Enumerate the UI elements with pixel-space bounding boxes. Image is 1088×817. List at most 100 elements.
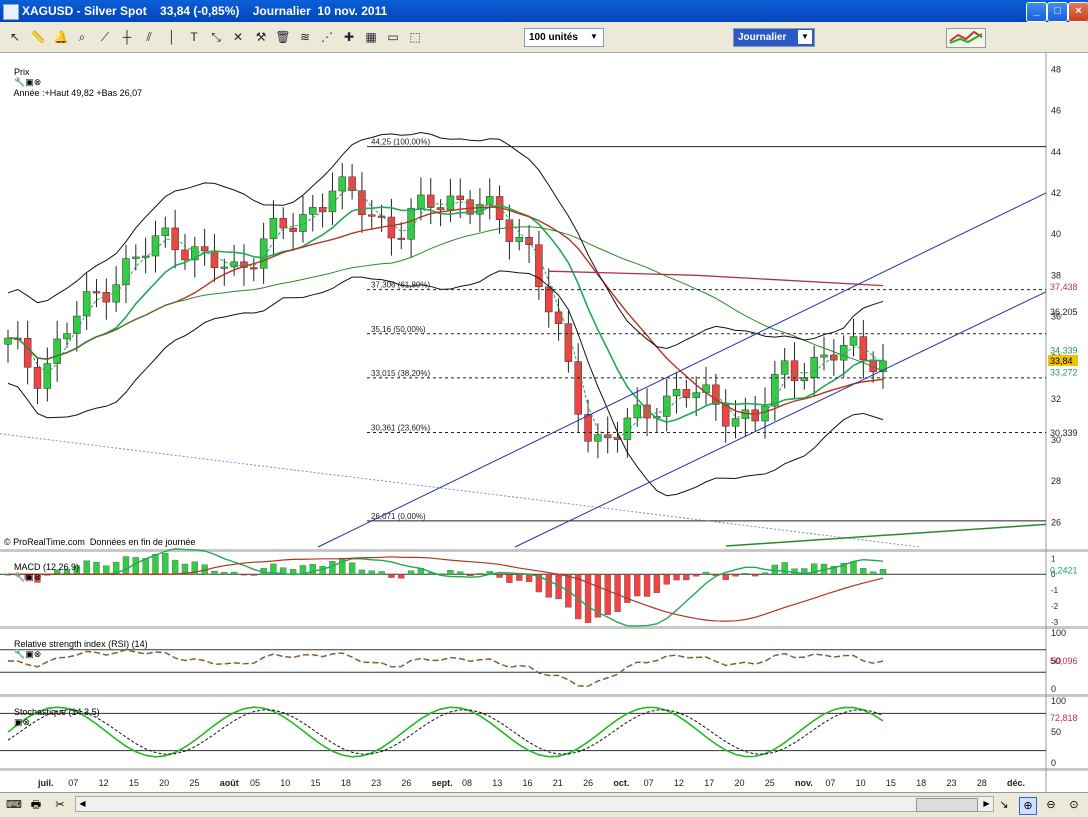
- price-y-tick: 42: [1051, 188, 1061, 198]
- stoch-y-tick: 0: [1051, 758, 1056, 768]
- macd-bar: [329, 560, 336, 575]
- pointer-icon[interactable]: ↖: [6, 28, 24, 46]
- chart-style-icon[interactable]: [946, 28, 986, 48]
- zoom-icon[interactable]: ⌕: [73, 28, 91, 46]
- maximize-button[interactable]: □: [1047, 2, 1068, 22]
- window-icon[interactable]: ▣: [14, 717, 23, 727]
- zoom-out-icon[interactable]: ⊖: [1043, 797, 1059, 813]
- x-axis-label: 16: [523, 778, 533, 788]
- close-panel-icon[interactable]: ⊗: [34, 77, 42, 87]
- candle: [584, 414, 592, 442]
- macd-bar: [83, 560, 90, 575]
- grid-icon[interactable]: ▦: [362, 28, 380, 46]
- price-y-tick: 48: [1051, 64, 1061, 74]
- macd-bar: [722, 574, 729, 580]
- macd-bar: [398, 574, 405, 579]
- candle: [771, 374, 779, 407]
- macd-bar: [693, 574, 700, 577]
- candle: [672, 389, 681, 397]
- ma-200-line: [548, 270, 884, 287]
- tools-icon[interactable]: ⚒: [252, 28, 270, 46]
- price-right-label: 37,438: [1050, 282, 1078, 292]
- chart-area[interactable]: 48464442403836343230282644,25 (100,00%)3…: [0, 53, 1088, 792]
- vertical-line-icon[interactable]: │: [163, 28, 181, 46]
- stoch-k-line: [7, 706, 884, 758]
- minimize-button[interactable]: _: [1026, 2, 1047, 22]
- ruler-icon[interactable]: 📏: [29, 28, 47, 46]
- price-right-label: 33,272: [1050, 368, 1078, 378]
- x-axis-label: 28: [977, 778, 987, 788]
- chart-fit-icon[interactable]: ↘: [996, 797, 1012, 813]
- candle: [161, 227, 170, 237]
- close-button[interactable]: ×: [1068, 2, 1088, 22]
- channel-icon[interactable]: ⫽: [140, 28, 158, 46]
- price-y-tick: 44: [1051, 147, 1061, 157]
- candle: [171, 227, 179, 251]
- candle: [33, 367, 42, 389]
- candle: [132, 256, 140, 259]
- x-axis-label: 15: [129, 778, 139, 788]
- close-panel-icon[interactable]: ⊗: [23, 717, 31, 727]
- x-axis-label: 10: [280, 778, 290, 788]
- wrench-icon[interactable]: 🔧: [14, 649, 25, 659]
- candle: [43, 363, 52, 389]
- cursor-rect-icon[interactable]: ⬚: [406, 28, 424, 46]
- window-icon[interactable]: ▣: [25, 77, 34, 87]
- candle: [279, 218, 288, 229]
- scroll-left-icon[interactable]: ◀: [76, 797, 89, 811]
- scrollbar-thumb[interactable]: [916, 798, 978, 812]
- close-panel-icon[interactable]: ⊗: [34, 572, 42, 582]
- scissors-icon[interactable]: ✂: [52, 797, 68, 813]
- zoom-in-icon[interactable]: ⊕: [1019, 797, 1037, 815]
- candle: [220, 266, 229, 269]
- arrow-icon[interactable]: ⤡: [207, 28, 225, 46]
- window-icon[interactable]: ▣: [25, 572, 34, 582]
- horizontal-line-icon[interactable]: ┼: [118, 28, 136, 46]
- arc-icon[interactable]: ✚: [340, 28, 358, 46]
- macd-bar: [476, 573, 484, 575]
- candle: [397, 237, 406, 240]
- close-panel-icon[interactable]: ⊗: [34, 649, 42, 659]
- units-select[interactable]: 100 unités ▼: [524, 28, 604, 47]
- macd-bar: [516, 574, 523, 581]
- fibonacci-level-label: 35,16 (50,00%): [371, 325, 426, 334]
- trendline-icon[interactable]: ⟋: [96, 28, 114, 46]
- chart-canvas[interactable]: 48464442403836343230282644,25 (100,00%)3…: [0, 53, 1088, 792]
- candle: [82, 291, 91, 317]
- period-select-value: Journalier: [738, 32, 787, 43]
- price-panel-header: Prix 🔧▣⊗ Année :+Haut 49,82 +Bas 26,07: [4, 57, 143, 108]
- candle: [358, 190, 366, 216]
- macd-bar: [132, 557, 139, 575]
- period-select[interactable]: Journalier ▼: [733, 28, 815, 47]
- candle: [731, 418, 740, 427]
- x-axis-label: 15: [311, 778, 321, 788]
- macd-bar: [870, 571, 877, 575]
- macd-bar: [221, 572, 228, 575]
- keyboard-icon[interactable]: ⌨: [6, 797, 22, 813]
- cross-icon[interactable]: ✕: [229, 28, 247, 46]
- x-axis-label: oct.: [613, 778, 629, 788]
- alarm-icon[interactable]: 🔔: [52, 28, 70, 46]
- macd-y-tick: -2: [1051, 602, 1059, 611]
- ma-medium-line: [7, 206, 884, 415]
- rectangle-icon[interactable]: ▭: [384, 28, 402, 46]
- wrench-icon[interactable]: 🔧: [14, 77, 25, 87]
- candle: [122, 258, 130, 285]
- x-axis-label: 07: [644, 778, 654, 788]
- print-icon[interactable]: 🖶: [28, 797, 44, 813]
- zoom-reset-icon[interactable]: ⊙: [1066, 797, 1082, 813]
- stoch-value-label: 72,818: [1050, 713, 1078, 723]
- candle: [436, 207, 445, 211]
- text-icon[interactable]: T: [185, 28, 203, 46]
- scroll-right-icon[interactable]: ▶: [980, 797, 993, 811]
- fibonacci-icon[interactable]: ≋: [296, 28, 314, 46]
- macd-bar: [663, 574, 670, 585]
- wrench-icon[interactable]: 🔧: [14, 572, 25, 582]
- macd-bar: [93, 562, 100, 575]
- window-icon[interactable]: ▣: [25, 649, 34, 659]
- horizontal-scrollbar[interactable]: ◀ ▶: [75, 796, 994, 812]
- fan-icon[interactable]: ⋰: [318, 28, 336, 46]
- delete-icon[interactable]: 🗑: [274, 28, 292, 46]
- macd-bar: [309, 564, 316, 575]
- macd-bar: [860, 568, 867, 575]
